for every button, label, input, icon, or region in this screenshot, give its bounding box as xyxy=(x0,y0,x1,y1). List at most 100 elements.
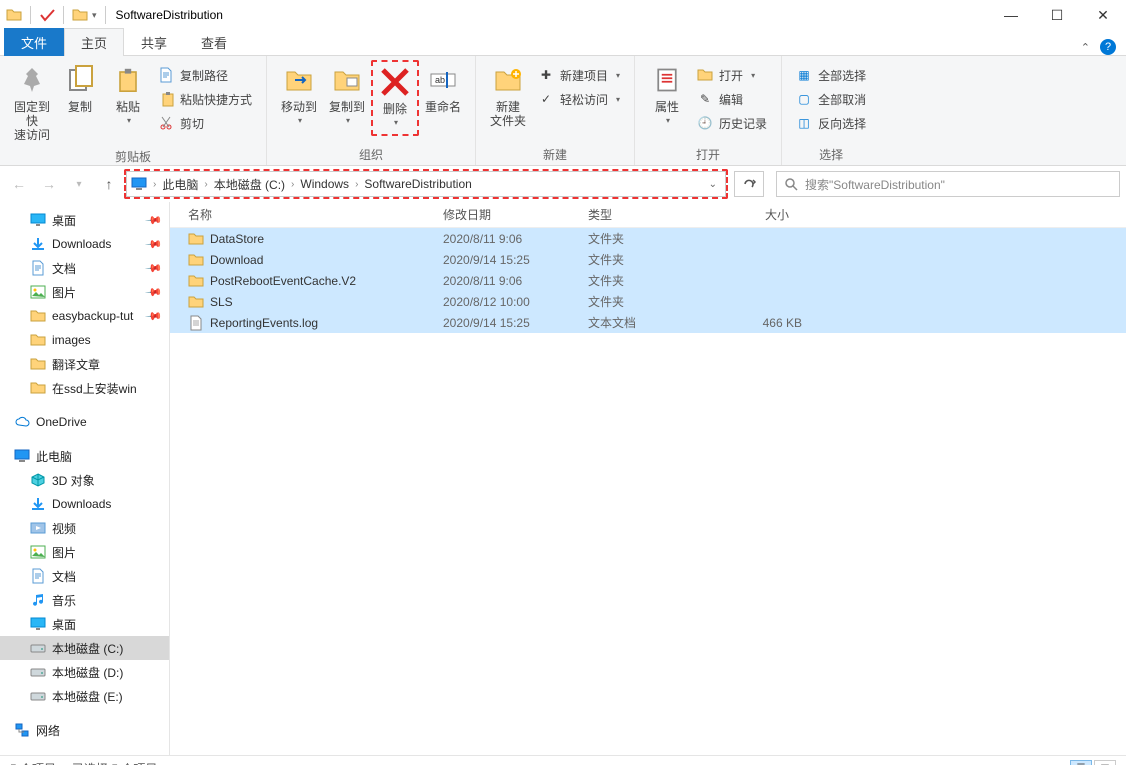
tree-item[interactable]: images xyxy=(0,328,169,352)
select-all-button[interactable]: ▦全部选择 xyxy=(796,64,866,86)
move-to-button[interactable]: 移动到▾ xyxy=(275,60,323,132)
minimize-button[interactable]: — xyxy=(988,0,1034,30)
rename-button[interactable]: 重命名 xyxy=(419,60,467,118)
open-button[interactable]: 打开▾ xyxy=(697,64,767,86)
tab-share[interactable]: 共享 xyxy=(124,28,184,56)
group-select: ▦全部选择 ▢全部取消 ◫反向选择 选择 xyxy=(782,56,880,165)
col-size[interactable]: 大小 xyxy=(700,202,810,227)
tree-item[interactable]: Downloads xyxy=(0,492,169,516)
new-item-icon: ✚ xyxy=(538,67,554,83)
title-bar: ▾ SoftwareDistribution — ☐ ✕ xyxy=(0,0,1126,30)
folder-icon xyxy=(30,308,46,324)
navigation-bar: ← → ▾ ↑ › 此电脑› 本地磁盘 (C:)› Windows› Softw… xyxy=(0,166,1126,202)
icons-view-button[interactable]: ▦ xyxy=(1094,760,1116,765)
collapse-ribbon-button[interactable]: ⌃ xyxy=(1081,41,1090,54)
cut-icon xyxy=(158,115,174,131)
navigation-tree[interactable]: 桌面📌Downloads📌文档📌图片📌easybackup-tut📌images… xyxy=(0,202,170,755)
tree-item[interactable]: 桌面 xyxy=(0,612,169,636)
forward-button[interactable]: → xyxy=(36,171,62,197)
tree-item[interactable]: 图片📌 xyxy=(0,280,169,304)
search-icon xyxy=(783,176,799,192)
list-item[interactable]: DataStore 2020/8/11 9:06 文件夹 xyxy=(170,228,1126,249)
pic-icon xyxy=(30,544,46,560)
group-clipboard: 固定到快 速访问 复制 粘贴▾ 复制路径 粘贴快捷方式 剪切 剪贴板 xyxy=(0,56,267,165)
pin-quickaccess-button[interactable]: 固定到快 速访问 xyxy=(8,60,56,146)
tree-item[interactable]: 在ssd上安装win xyxy=(0,376,169,400)
new-item-button[interactable]: ✚新建项目▾ xyxy=(538,64,620,86)
tree-item[interactable]: 视频 xyxy=(0,516,169,540)
list-item[interactable]: PostRebootEventCache.V2 2020/8/11 9:06 文… xyxy=(170,270,1126,291)
cloud-icon xyxy=(14,414,30,430)
easy-access-button[interactable]: ✓轻松访问▾ xyxy=(538,88,620,110)
history-button[interactable]: 🕘历史记录 xyxy=(697,112,767,134)
paste-button[interactable]: 粘贴▾ xyxy=(104,60,152,132)
tree-onedrive[interactable]: OneDrive xyxy=(0,410,169,434)
file-list: 名称 修改日期 类型 大小 DataStore 2020/8/11 9:06 文… xyxy=(170,202,1126,755)
pin-icon: 📌 xyxy=(145,307,164,326)
selection-count: 已选择 5 个项目 xyxy=(72,760,157,765)
tree-item[interactable]: 本地磁盘 (C:) xyxy=(0,636,169,660)
new-folder-button[interactable]: 新建 文件夹 xyxy=(484,60,532,132)
easy-access-icon: ✓ xyxy=(538,91,554,107)
tree-item[interactable]: 图片 xyxy=(0,540,169,564)
col-name[interactable]: 名称 xyxy=(180,202,435,227)
col-date[interactable]: 修改日期 xyxy=(435,202,580,227)
tree-item[interactable]: 文档 xyxy=(0,564,169,588)
move-icon xyxy=(283,64,315,96)
tree-item[interactable]: 3D 对象 xyxy=(0,468,169,492)
breadcrumb[interactable]: 本地磁盘 (C:)› xyxy=(214,176,301,193)
search-input[interactable]: 搜索"SoftwareDistribution" xyxy=(776,171,1120,197)
delete-button[interactable]: 删除▾ xyxy=(371,60,419,136)
pin-icon: 📌 xyxy=(145,259,164,278)
tree-item[interactable]: Downloads📌 xyxy=(0,232,169,256)
tab-view[interactable]: 查看 xyxy=(184,28,244,56)
copy-path-button[interactable]: 复制路径 xyxy=(158,64,252,86)
properties-button[interactable]: 属性▾ xyxy=(643,60,691,132)
list-item[interactable]: ReportingEvents.log 2020/9/14 15:25 文本文档… xyxy=(170,312,1126,333)
edit-button[interactable]: ✎编辑 xyxy=(697,88,767,110)
breadcrumb[interactable]: 此电脑› xyxy=(162,176,213,193)
tree-item[interactable]: 桌面📌 xyxy=(0,208,169,232)
qat-check-icon[interactable] xyxy=(39,7,55,23)
address-dropdown[interactable]: ⌄ xyxy=(705,179,721,190)
copy-to-button[interactable]: 复制到▾ xyxy=(323,60,371,132)
col-type[interactable]: 类型 xyxy=(580,202,700,227)
address-bar[interactable]: › 此电脑› 本地磁盘 (C:)› Windows› SoftwareDistr… xyxy=(126,171,726,197)
group-new: 新建 文件夹 ✚新建项目▾ ✓轻松访问▾ 新建 xyxy=(476,56,635,165)
details-view-button[interactable]: ☰ xyxy=(1070,760,1092,765)
recent-button[interactable]: ▾ xyxy=(66,171,92,197)
list-item[interactable]: Download 2020/9/14 15:25 文件夹 xyxy=(170,249,1126,270)
folder-icon xyxy=(188,231,204,247)
tab-file[interactable]: 文件 xyxy=(4,28,64,56)
refresh-button[interactable] xyxy=(734,171,764,197)
folder-icon xyxy=(6,7,22,23)
history-icon: 🕘 xyxy=(697,115,713,131)
breadcrumb[interactable]: Windows› xyxy=(300,177,364,191)
tree-network[interactable]: 网络 xyxy=(0,718,169,742)
copy-button[interactable]: 复制 xyxy=(56,60,104,118)
tree-item[interactable]: 音乐 xyxy=(0,588,169,612)
tree-item[interactable]: 本地磁盘 (E:) xyxy=(0,684,169,708)
paste-shortcut-button[interactable]: 粘贴快捷方式 xyxy=(158,88,252,110)
list-item[interactable]: SLS 2020/8/12 10:00 文件夹 xyxy=(170,291,1126,312)
close-button[interactable]: ✕ xyxy=(1080,0,1126,30)
column-headers[interactable]: 名称 修改日期 类型 大小 xyxy=(170,202,1126,228)
tree-item[interactable]: easybackup-tut📌 xyxy=(0,304,169,328)
back-button[interactable]: ← xyxy=(6,171,32,197)
select-none-button[interactable]: ▢全部取消 xyxy=(796,88,866,110)
up-button[interactable]: ↑ xyxy=(96,171,122,197)
select-invert-button[interactable]: ◫反向选择 xyxy=(796,112,866,134)
cut-button[interactable]: 剪切 xyxy=(158,112,252,134)
pin-icon: 📌 xyxy=(145,235,164,254)
tree-item[interactable]: 翻译文章 xyxy=(0,352,169,376)
tab-home[interactable]: 主页 xyxy=(64,28,124,56)
folder-icon xyxy=(188,273,204,289)
breadcrumb[interactable]: SoftwareDistribution xyxy=(364,177,471,191)
tree-item[interactable]: 文档📌 xyxy=(0,256,169,280)
maximize-button[interactable]: ☐ xyxy=(1034,0,1080,30)
tree-item[interactable]: 本地磁盘 (D:) xyxy=(0,660,169,684)
help-button[interactable]: ? xyxy=(1100,39,1116,55)
folder-icon xyxy=(188,294,204,310)
tree-thispc[interactable]: 此电脑 xyxy=(0,444,169,468)
properties-icon xyxy=(651,64,683,96)
